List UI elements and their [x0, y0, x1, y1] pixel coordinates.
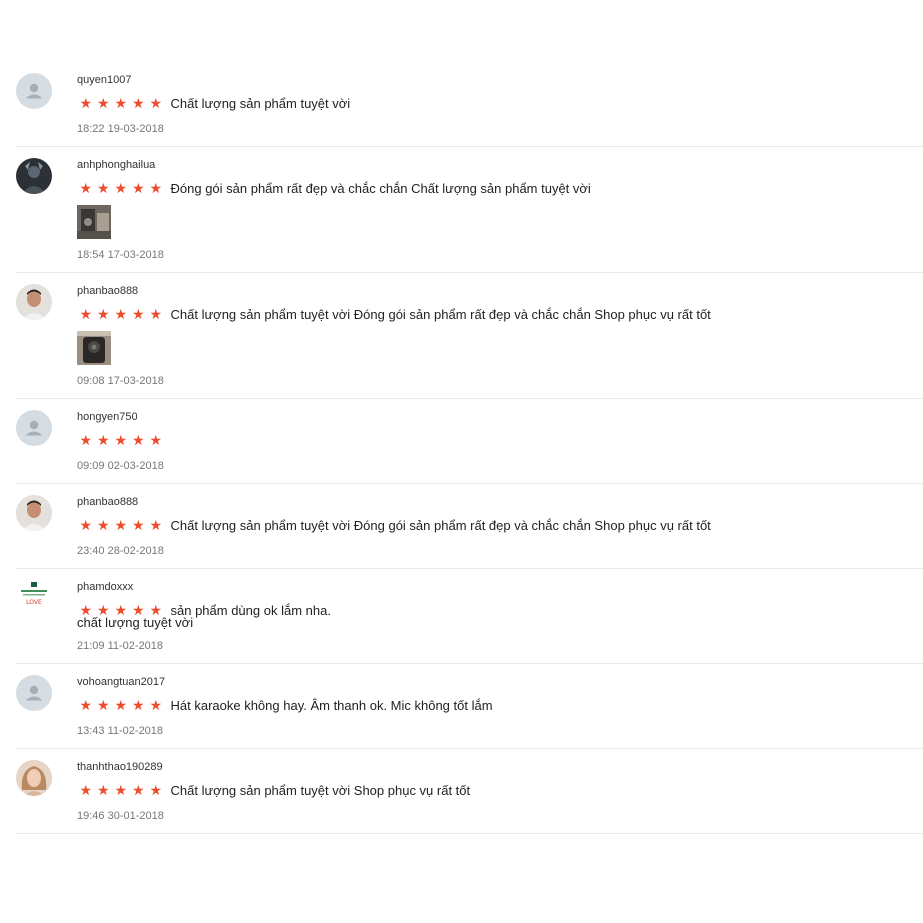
review-list: quyen1007 ★ ★ ★ ★ ★ Chất lượng sản phẩm tuyệ… [16, 62, 923, 834]
star-icon: ★ [131, 95, 145, 111]
avatar[interactable] [16, 410, 52, 446]
username[interactable]: phanbao888 [77, 284, 923, 298]
review-item: quyen1007 ★ ★ ★ ★ ★ Chất lượng sản phẩm tuyệ… [16, 62, 923, 147]
review-timestamp: 19:46 30-01-2018 [77, 810, 164, 822]
avatar[interactable] [16, 760, 52, 796]
review-comment: Chất lượng sản phẩm tuyệt vời [170, 96, 351, 111]
review-timestamp: 09:09 02-03-2018 [77, 460, 164, 472]
star-icon: ★ [149, 180, 163, 196]
review-item: vohoangtuan2017 ★ ★ ★ ★ ★ Hát karaoke không … [16, 664, 923, 749]
user-photo: LOVE [16, 580, 52, 616]
avatar[interactable] [16, 73, 52, 109]
review-timestamp: 09:08 17-03-2018 [77, 375, 164, 387]
review-item: anhphonghailua ★ ★ ★ ★ ★ Đóng gói sản phẩm r… [16, 147, 923, 273]
star-icon: ★ [131, 432, 145, 448]
star-icon: ★ [149, 95, 163, 111]
star-icon: ★ [131, 697, 145, 713]
star-rating: ★ ★ ★ ★ ★ [77, 516, 165, 535]
review-item: thanhthao190289 ★ ★ ★ ★ ★ Chất lượng sản phẩ… [16, 749, 923, 834]
star-icon: ★ [96, 432, 110, 448]
username[interactable]: vohoangtuan2017 [77, 675, 923, 689]
review-timestamp: 18:22 19-03-2018 [77, 123, 164, 135]
star-icon: ★ [79, 180, 93, 196]
review-comment: Hát karaoke không hay. Âm thanh ok. Mic … [170, 698, 493, 713]
star-icon: ★ [114, 432, 128, 448]
star-icon: ★ [131, 180, 145, 196]
star-icon: ★ [96, 517, 110, 533]
review-comment: Chất lượng sản phẩm tuyệt vời Đóng gói s… [170, 518, 711, 533]
star-icon: ★ [79, 697, 93, 713]
star-icon: ★ [96, 306, 110, 322]
review-comment: Chất lượng sản phẩm tuyệt vời Đóng gói s… [170, 307, 711, 322]
star-icon: ★ [149, 306, 163, 322]
star-icon: ★ [79, 782, 93, 798]
star-icon: ★ [131, 517, 145, 533]
username[interactable]: hongyen750 [77, 410, 923, 424]
star-icon: ★ [114, 180, 128, 196]
star-icon: ★ [96, 180, 110, 196]
review-item: LOVE phamdoxxx ★ ★ ★ ★ ★ sản phẩm dùng ok lắ… [16, 569, 923, 664]
star-icon: ★ [114, 697, 128, 713]
avatar[interactable] [16, 495, 52, 531]
username[interactable]: phamdoxxx [77, 580, 923, 594]
review-timestamp: 18:54 17-03-2018 [77, 249, 164, 261]
review-item: phanbao888 ★ ★ ★ ★ ★ Chất lượng sản phẩm tuy… [16, 484, 923, 569]
default-user-icon [16, 675, 52, 711]
avatar[interactable]: LOVE [16, 580, 52, 616]
product-photo [77, 331, 111, 365]
star-icon: ★ [96, 697, 110, 713]
star-rating: ★ ★ ★ ★ ★ [77, 781, 165, 800]
product-photo [77, 205, 111, 239]
avatar[interactable] [16, 158, 52, 194]
star-rating: ★ ★ ★ ★ ★ [77, 94, 165, 113]
star-rating: ★ ★ ★ ★ ★ [77, 696, 165, 715]
star-icon: ★ [96, 95, 110, 111]
review-photo-thumbnail[interactable] [77, 205, 111, 239]
review-item: hongyen750 ★ ★ ★ ★ ★ 09:09 02-03-2018 [16, 399, 923, 484]
username[interactable]: thanhthao190289 [77, 760, 923, 774]
review-timestamp: 23:40 28-02-2018 [77, 545, 164, 557]
review-comment: Chất lượng sản phẩm tuyệt vời Shop phục … [170, 783, 471, 798]
review-comment: Đóng gói sản phẩm rất đẹp và chắc chắn C… [170, 181, 591, 196]
star-icon: ★ [149, 697, 163, 713]
star-icon: ★ [149, 782, 163, 798]
star-icon: ★ [149, 517, 163, 533]
star-icon: ★ [79, 95, 93, 111]
star-rating: ★ ★ ★ ★ ★ [77, 305, 165, 324]
review-item: phanbao888 ★ ★ ★ ★ ★ Chất lượng sản phẩm tuy… [16, 273, 923, 399]
star-icon: ★ [149, 432, 163, 448]
username[interactable]: quyen1007 [77, 73, 923, 87]
review-photo-thumbnail[interactable] [77, 331, 111, 365]
star-icon: ★ [114, 306, 128, 322]
star-icon: ★ [114, 95, 128, 111]
avatar[interactable] [16, 284, 52, 320]
star-icon: ★ [131, 306, 145, 322]
star-icon: ★ [79, 517, 93, 533]
username[interactable]: anhphonghailua [77, 158, 923, 172]
star-rating: ★ ★ ★ ★ ★ [77, 179, 165, 198]
star-rating: ★ ★ ★ ★ ★ [77, 431, 165, 450]
review-timestamp: 13:43 11-02-2018 [77, 725, 164, 737]
user-photo [16, 284, 52, 320]
review-comment: sản phẩm dùng ok lắm nha. [170, 603, 331, 618]
user-photo [16, 760, 52, 796]
avatar[interactable] [16, 675, 52, 711]
star-icon: ★ [131, 782, 145, 798]
star-icon: ★ [96, 782, 110, 798]
username[interactable]: phanbao888 [77, 495, 923, 509]
star-icon: ★ [79, 306, 93, 322]
user-photo [16, 158, 52, 194]
user-photo [16, 495, 52, 531]
svg-text:LOVE: LOVE [26, 599, 42, 606]
review-timestamp: 21:09 11-02-2018 [77, 640, 164, 652]
default-user-icon [16, 410, 52, 446]
star-icon: ★ [114, 517, 128, 533]
star-icon: ★ [114, 782, 128, 798]
star-icon: ★ [79, 432, 93, 448]
default-user-icon [16, 73, 52, 109]
